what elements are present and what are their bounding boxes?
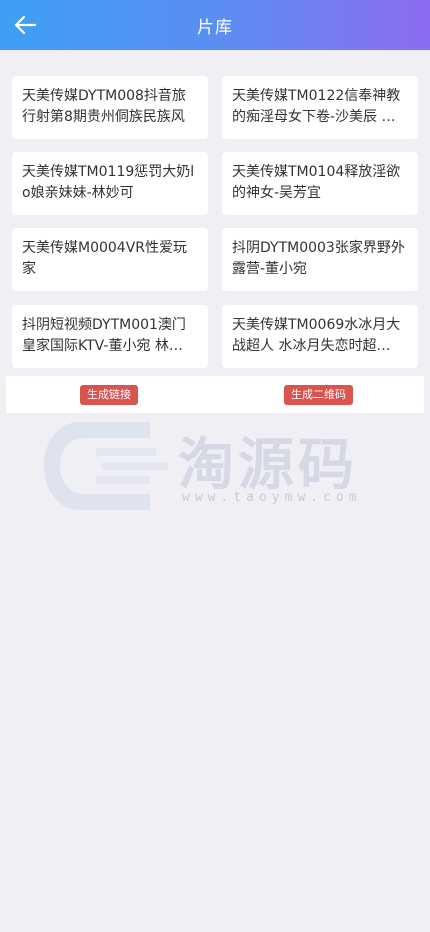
app-header: 片库 xyxy=(0,0,430,50)
generate-link-button[interactable]: 生成链接 xyxy=(80,385,138,405)
page-title: 片库 xyxy=(197,17,233,38)
watermark: 淘源码 www.taoymw.com xyxy=(40,418,390,514)
video-title: 天美传媒M0004VR性爱玩家 xyxy=(22,240,188,277)
video-card[interactable]: 天美传媒TM0122信奉神教的痴淫母女下卷-沙美辰 … xyxy=(222,76,418,139)
arrow-left-icon xyxy=(14,15,37,35)
video-title: 天美传媒TM0069水冰月大战超人 水冰月失恋时超… xyxy=(232,317,401,354)
video-title: 抖阴短视频DYTM001澳门皇家国际KTV-董小宛 林… xyxy=(22,317,186,354)
video-title: 抖阴DYTM0003张家界野外露营-董小宛 xyxy=(232,240,405,277)
video-title: 天美传媒TM0122信奉神教的痴淫母女下卷-沙美辰 … xyxy=(232,88,401,125)
video-card[interactable]: 天美传媒DYTM008抖音旅行射第8期贵州侗族民族风 xyxy=(12,76,208,139)
action-bar: 生成链接 生成二维码 xyxy=(6,376,424,413)
video-title: 天美传媒TM0119惩罚大奶lo娘亲妹妹-林妙可 xyxy=(22,164,195,201)
watermark-text: 淘源码 xyxy=(178,433,358,498)
video-card[interactable]: 抖阴短视频DYTM001澳门皇家国际KTV-董小宛 林… xyxy=(12,305,208,368)
video-card[interactable]: 天美传媒TM0119惩罚大奶lo娘亲妹妹-林妙可 xyxy=(12,152,208,215)
video-card[interactable]: 天美传媒TM0069水冰月大战超人 水冰月失恋时超… xyxy=(222,305,418,368)
video-title: 天美传媒DYTM008抖音旅行射第8期贵州侗族民族风 xyxy=(22,88,186,125)
video-card[interactable]: 天美传媒M0004VR性爱玩家 xyxy=(12,228,208,291)
video-card[interactable]: 天美传媒TM0104释放淫欲的神女-吴芳宜 xyxy=(222,152,418,215)
watermark-url: www.taoymw.com xyxy=(182,490,362,505)
video-title: 天美传媒TM0104释放淫欲的神女-吴芳宜 xyxy=(232,164,401,201)
watermark-logo-icon xyxy=(44,422,168,510)
video-card[interactable]: 抖阴DYTM0003张家界野外露营-董小宛 xyxy=(222,228,418,291)
back-button[interactable] xyxy=(10,10,40,40)
generate-qrcode-button[interactable]: 生成二维码 xyxy=(284,385,353,405)
